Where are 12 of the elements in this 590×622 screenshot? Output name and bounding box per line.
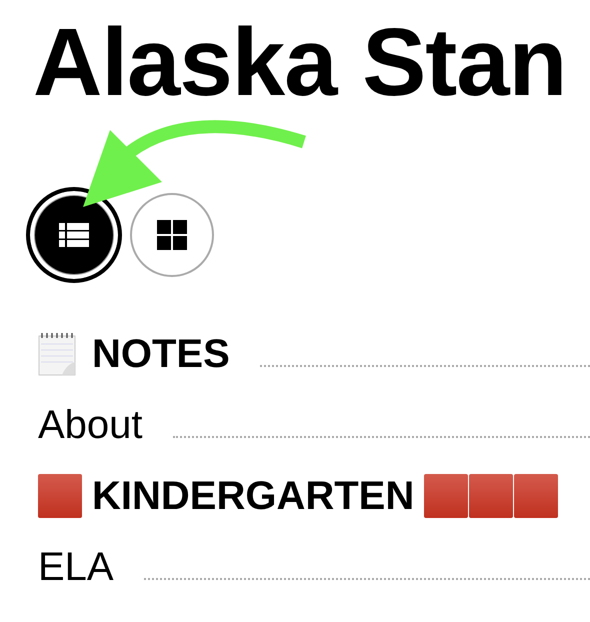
square-icon xyxy=(514,474,558,518)
list-icon xyxy=(59,222,89,247)
section-heading: NOTES xyxy=(92,332,230,377)
page-link[interactable]: ELA xyxy=(38,544,114,590)
page-title: Alaska Stan xyxy=(32,8,568,116)
square-icon xyxy=(469,474,514,518)
page-link[interactable]: About xyxy=(38,402,143,448)
square-icon xyxy=(38,474,82,518)
grid-icon xyxy=(157,220,187,250)
square-icon xyxy=(424,474,468,518)
notepad-icon xyxy=(38,332,76,376)
section-heading: KINDERGARTEN xyxy=(92,474,414,519)
